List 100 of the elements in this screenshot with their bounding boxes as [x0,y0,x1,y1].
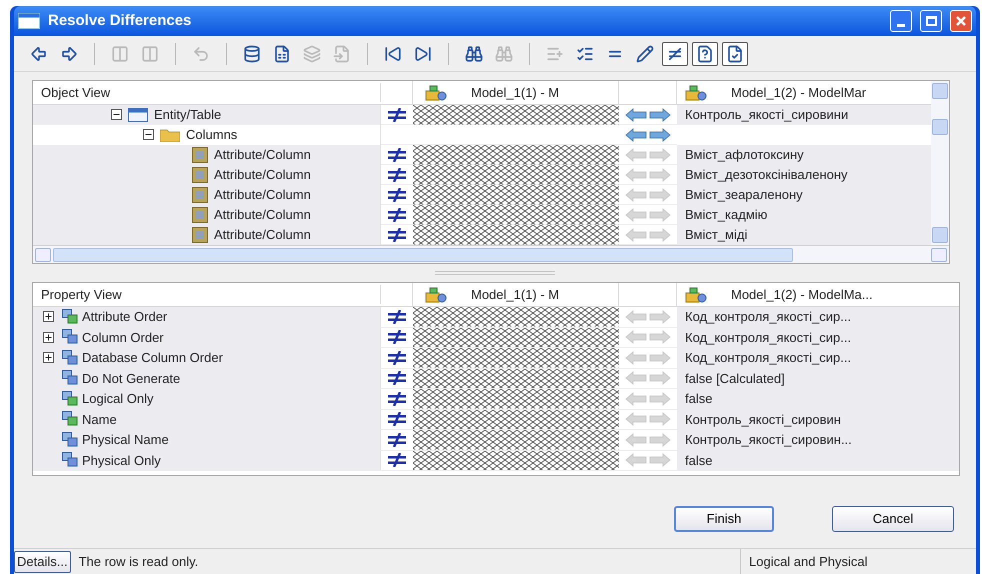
logical-property-icon [62,390,80,407]
table-icon [128,108,148,122]
column-header: Model_1(1) - M [470,84,560,102]
expand-icon[interactable] [43,332,54,343]
close-icon [955,15,967,27]
physical-property-icon [62,329,80,346]
column-header: Object View [33,82,381,102]
column-icon [192,206,208,223]
column-header: Model_1(1) - M [470,286,560,304]
left-arrow-icon [625,432,647,447]
table-cell-text: Контроль_якості_сировин [685,410,841,429]
right-arrow-icon [649,453,671,468]
not-equal-icon [387,228,407,242]
dialog-button[interactable]: Finish [674,506,774,532]
right-arrow-icon [649,432,671,447]
not-equal-icon [387,188,407,202]
vertical-scrollbar[interactable] [931,81,949,245]
not-equal-icon [387,148,407,162]
column-icon [192,146,208,163]
not-equal-icon [387,371,407,386]
column-icon [192,226,208,243]
right-arrow-icon[interactable] [649,108,671,122]
undo-icon [192,44,210,62]
left-arrow-icon[interactable] [625,128,647,142]
table-cell-text: Код_контроля_якості_сир... [685,308,852,326]
status-mode: Logical and Physical [740,549,976,574]
not-equal-icon [387,432,407,447]
columns-icon [141,44,159,62]
left-arrow-icon [625,412,647,426]
left-arrow-icon [625,310,647,324]
column-icon [192,186,208,203]
model-icon [685,286,707,302]
right-arrow-icon [649,168,671,182]
not-equal-icon [387,350,407,365]
left-arrow-icon[interactable] [625,108,647,122]
left-arrow-icon [625,453,647,468]
question-icon [696,44,714,62]
right-arrow-icon [649,148,671,162]
tree-item[interactable]: Columns [186,125,238,144]
left-arrow-icon [625,208,647,222]
table-cell-text: Вміст_кадмію [685,206,768,224]
right-arrow-icon[interactable] [649,128,671,142]
table-cell-text: Контроль_якості_сировин... [685,431,852,449]
toolbar-button[interactable] [722,42,748,66]
column-header: Property View [33,284,381,304]
left-arrow-icon [625,188,647,202]
right-arrow-icon [649,310,671,324]
physical-property-icon [62,350,80,366]
details-button[interactable]: Details... [14,550,71,572]
column-icon [192,166,208,183]
model-icon [685,84,707,100]
model-icon [425,84,447,100]
left-arrow-icon [625,350,647,365]
close-button[interactable] [950,10,972,32]
not-equal-icon [387,208,407,222]
columns-icon [111,44,129,62]
model-icon [425,286,447,302]
table-cell-text: Код_контроля_якості_сир... [685,328,852,347]
table-cell-text: false [685,390,712,408]
expand-icon[interactable] [43,352,54,364]
toolbar-button[interactable] [662,42,688,66]
not-equal-icon [387,392,407,406]
file-input-icon [333,44,351,62]
collapse-icon[interactable] [111,109,122,120]
left-arrow-icon [625,228,647,242]
maximize-button[interactable] [920,10,942,32]
dialog-button[interactable]: Cancel [832,506,954,532]
not-equal-icon [387,108,407,122]
not-equal-icon [387,168,407,182]
folder-icon [160,128,180,142]
right-arrow-icon [649,392,671,406]
left-arrow-icon [625,330,647,344]
property-name[interactable]: Name [82,410,117,429]
table-cell-text: false [685,452,712,470]
table-cell-text: Вміст_афлотоксину [685,146,804,164]
tree-item[interactable]: Entity/Table [154,105,222,124]
logical-property-icon [62,308,80,325]
binoculars-icon [465,44,483,62]
status-message: The row is read only. [78,552,200,571]
right-arrow-icon [649,188,671,202]
left-arrow-icon [625,168,647,182]
database-icon [243,44,261,62]
column-header: Model_1(2) - ModelMa... [730,286,873,304]
window-title: Resolve Differences [48,10,192,31]
horizontal-scrollbar[interactable] [33,245,949,263]
table-cell-text: false [Calculated] [685,370,785,388]
minimize-button[interactable] [890,10,912,32]
file-check-icon [726,44,744,62]
not-equal-icon [387,330,407,344]
physical-property-icon [62,452,80,468]
skip-back-icon [384,44,402,62]
pencil-icon [636,44,654,62]
table-cell-text: Вміст_міді [685,226,748,244]
expand-icon[interactable] [43,311,54,322]
toolbar-button[interactable] [692,42,718,66]
table-cell-text: Вміст_дезотоксініваленону [685,166,848,184]
collapse-icon[interactable] [143,129,154,140]
binoculars-icon [495,44,513,62]
left-arrow-icon [625,371,647,386]
table-cell-text: Контроль_якості_сировини [685,106,848,124]
